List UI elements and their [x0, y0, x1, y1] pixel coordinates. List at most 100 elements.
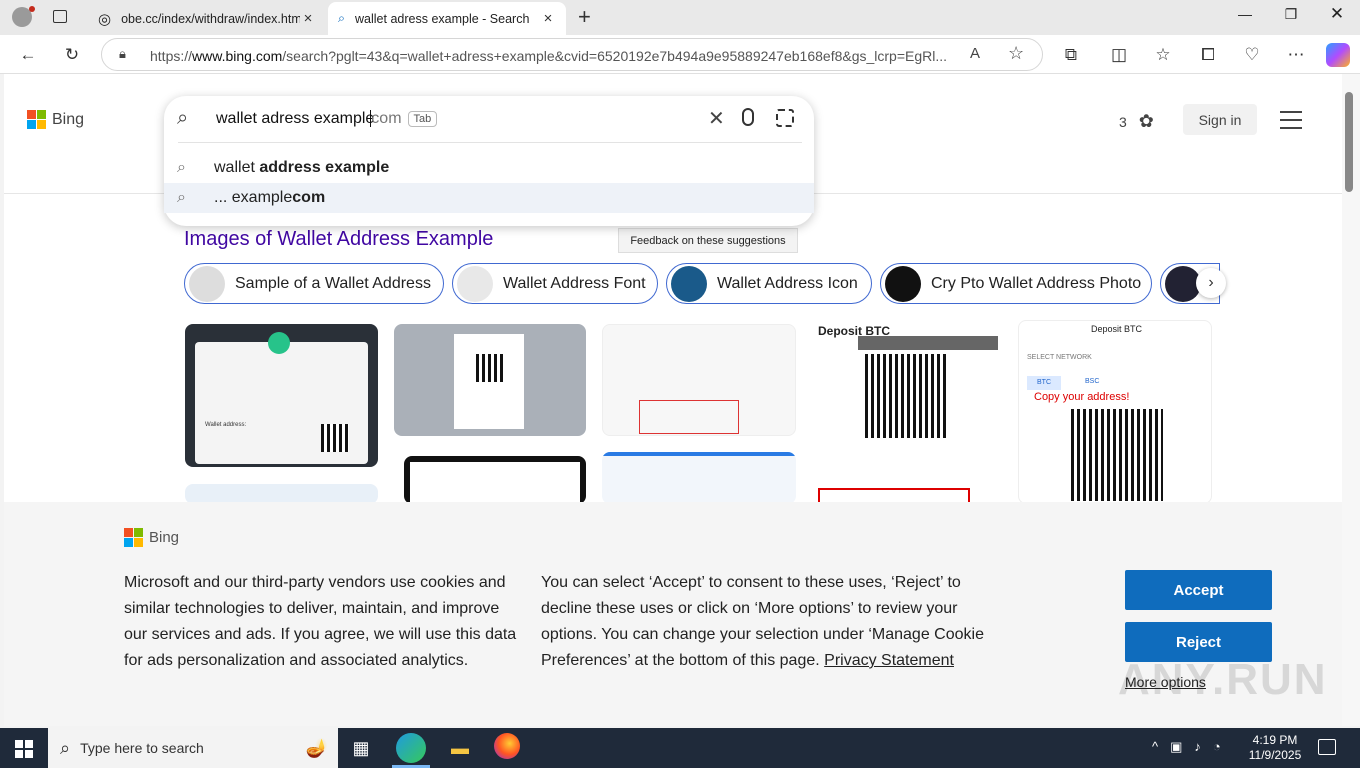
suggestion-plain: ... example	[214, 189, 293, 206]
image-result[interactable]: Deposit BTC SELECT NETWORK BTC BSC Copy …	[1018, 320, 1212, 504]
chip-wallet-font[interactable]: Wallet Address Font	[452, 263, 658, 304]
chip-label: Sample of a Wallet Address	[235, 274, 431, 292]
query-typed: wallet adress example	[216, 110, 375, 127]
refresh-icon[interactable]: ↻	[60, 43, 84, 67]
globe-icon: ◎	[98, 10, 112, 28]
suggestion-plain: wallet	[214, 159, 260, 176]
chip-label: Wallet Address Icon	[717, 274, 858, 292]
lock-icon: 🔒︎	[119, 46, 126, 61]
image-result[interactable]	[602, 324, 796, 436]
copy-address-label: Copy your address!	[1034, 391, 1130, 403]
chevron-up-icon[interactable]: ^	[1152, 739, 1158, 755]
tab-title: obe.cc/index/withdraw/index.htm	[121, 11, 300, 26]
favorite-star-icon[interactable]: ☆	[1008, 43, 1024, 64]
close-tab-icon[interactable]: ×	[540, 10, 556, 27]
windows-start-icon[interactable]	[15, 740, 33, 758]
tab-bing[interactable]: ⌕ wallet adress example - Search ×	[328, 2, 566, 35]
clock-date: 11/9/2025	[1248, 748, 1302, 762]
chip-sample-wallet[interactable]: Sample of a Wallet Address	[184, 263, 444, 304]
search-input[interactable]: wallet adress examplecom Tab	[216, 110, 438, 128]
chevron-right-icon[interactable]: ›	[1196, 268, 1226, 298]
tab-obe[interactable]: ◎ obe.cc/index/withdraw/index.htm ×	[88, 2, 326, 35]
tab-key-hint: Tab	[407, 110, 438, 127]
image-result[interactable]	[185, 484, 378, 504]
notification-icon[interactable]	[1318, 739, 1336, 755]
chip-crypto-wallet-photo[interactable]: Cry Pto Wallet Address Photo	[880, 263, 1152, 304]
search-icon: ⌕	[177, 189, 186, 206]
task-view-icon[interactable]: ▦	[346, 733, 376, 763]
taskbar-search-box[interactable]: ⌕ Type here to search 🪔	[48, 728, 338, 768]
address-bar[interactable]: 🔒︎ https://www.bing.com/search?pglt=43&q…	[101, 38, 1043, 71]
image-result[interactable]	[602, 452, 796, 504]
favorites-icon[interactable]: ☆	[1151, 43, 1175, 67]
clock-time: 4:19 PM	[1252, 733, 1298, 747]
volume-icon[interactable]: ♪	[1194, 739, 1201, 755]
privacy-statement-link[interactable]: Privacy Statement	[824, 652, 954, 669]
restore-icon[interactable]: ❐	[1268, 6, 1314, 23]
chip-label: Wallet Address Font	[503, 274, 646, 292]
suggestion-bold: address example	[259, 159, 390, 176]
reject-button[interactable]: Reject	[1125, 622, 1272, 662]
file-explorer-icon[interactable]: ▬	[445, 733, 475, 763]
scrollbar-thumb[interactable]	[1345, 92, 1353, 192]
system-clock[interactable]: 4:19 PM 11/9/2025	[1240, 733, 1310, 763]
network-icon[interactable]: ▣	[1170, 739, 1182, 755]
close-window-icon[interactable]: ✕	[1314, 4, 1360, 24]
visual-search-icon[interactable]	[776, 109, 794, 127]
chip-thumbnail	[189, 265, 225, 302]
collections-icon[interactable]: ⧠	[1196, 43, 1220, 67]
search-favicon-icon: ⌕	[338, 11, 346, 25]
firefox-icon[interactable]	[494, 733, 520, 759]
browser-essentials-icon[interactable]: ♡	[1240, 43, 1264, 67]
chip-thumbnail	[457, 265, 493, 302]
new-tab-button[interactable]: +	[578, 4, 591, 30]
tab-actions-icon[interactable]	[53, 10, 67, 23]
url-text[interactable]: https://www.bing.com/search?pglt=43&q=wa…	[150, 48, 950, 64]
minimize-icon[interactable]: —	[1222, 6, 1268, 22]
suggestion-item[interactable]: ⌕ ... example com	[164, 183, 814, 213]
more-menu-icon[interactable]: ⋯	[1284, 43, 1308, 67]
image-result[interactable]: Deposit BTC	[810, 324, 1004, 504]
feedback-suggestions-button[interactable]: Feedback on these suggestions	[618, 228, 798, 253]
tab-title: wallet adress example - Search	[355, 11, 530, 26]
select-network-label: SELECT NETWORK	[1027, 354, 1092, 361]
tray-icons[interactable]: ^ ▣ ♪ ◔	[1152, 739, 1221, 755]
close-tab-icon[interactable]: ×	[300, 10, 316, 27]
image-result[interactable]: Wallet address:	[185, 324, 378, 467]
cookie-text-1: Microsoft and our third-party vendors us…	[124, 574, 517, 669]
search-highlight-icon: 🪔	[305, 737, 328, 758]
url-domain: www.bing.com	[192, 48, 283, 64]
copilot-icon[interactable]	[1326, 43, 1350, 67]
read-aloud-icon[interactable]: A	[970, 45, 980, 62]
microphone-icon[interactable]	[742, 108, 754, 126]
suggestion-item[interactable]: ⌕ wallet address example	[164, 153, 814, 183]
url-prefix: https://	[150, 48, 193, 64]
sign-in-button[interactable]: Sign in	[1183, 104, 1257, 135]
accept-button[interactable]: Accept	[1125, 570, 1272, 610]
cookie-logo-text: Bing	[149, 529, 180, 546]
chip-thumbnail	[885, 265, 921, 302]
split-screen-icon[interactable]: ◫	[1107, 43, 1131, 67]
cookie-bing-logo: Bing	[124, 528, 179, 547]
back-icon[interactable]: ←	[16, 43, 40, 67]
extensions-icon[interactable]: ⧉	[1059, 43, 1083, 67]
search-suggestion-dropdown: ⌕ wallet adress examplecom Tab ✕ ⌕ wallet…	[164, 96, 814, 226]
image-result[interactable]	[394, 324, 586, 436]
rewards[interactable]: 3 ✿	[1119, 111, 1154, 132]
bing-logo[interactable]: Bing	[27, 110, 84, 129]
edge-icon[interactable]	[396, 733, 426, 763]
taskbar-search-placeholder: Type here to search	[80, 740, 204, 756]
bing-logo-text: Bing	[52, 110, 85, 128]
wifi-icon[interactable]: ◔	[1213, 739, 1221, 755]
search-icon: ⌕	[60, 737, 71, 758]
image-result[interactable]	[404, 456, 586, 504]
chip-thumbnail	[671, 265, 707, 302]
btc-label: BTC	[1027, 376, 1061, 390]
microsoft-logo-icon	[124, 528, 143, 547]
search-icon: ⌕	[177, 107, 189, 129]
chip-wallet-icon[interactable]: Wallet Address Icon	[666, 263, 872, 304]
more-options-link[interactable]: More options	[1125, 674, 1206, 690]
hamburger-menu-icon[interactable]	[1280, 111, 1302, 135]
images-section-title[interactable]: Images of Wallet Address Example	[184, 228, 493, 251]
clear-icon[interactable]: ✕	[708, 106, 725, 131]
